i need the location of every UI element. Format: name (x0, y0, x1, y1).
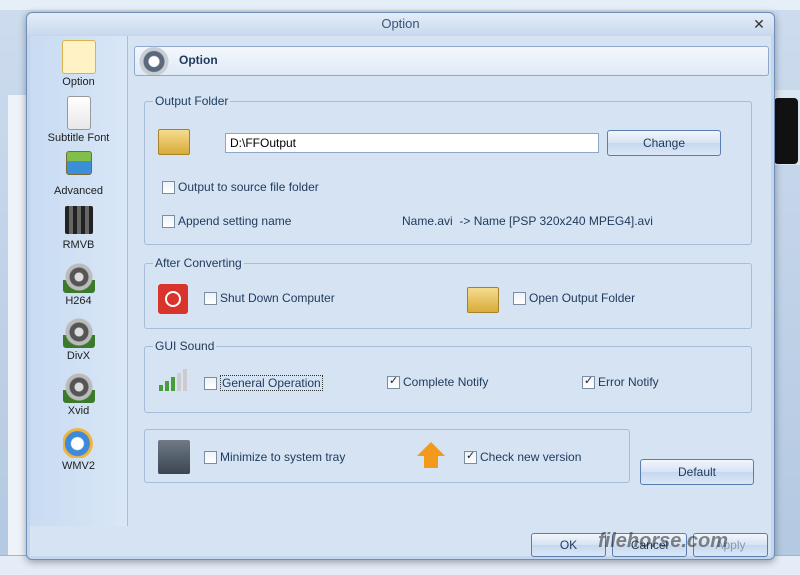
update-arrow-icon (417, 442, 445, 468)
change-button[interactable]: Change (607, 130, 721, 156)
sidebar-item-xvid[interactable]: Xvid (30, 371, 127, 425)
sidebar-item-label: RMVB (62, 239, 95, 251)
minimize-to-tray-checkbox[interactable]: Minimize to system tray (204, 450, 345, 464)
group-title: Output Folder (153, 94, 231, 108)
sidebar-item-label: H264 (65, 295, 92, 307)
checkbox-label: General Operation (220, 375, 323, 391)
checkbox-box[interactable] (387, 374, 400, 389)
complete-notify-checkbox[interactable]: Complete Notify (387, 374, 489, 389)
checkbox-label: Append setting name (178, 214, 292, 228)
sidebar-item-h264[interactable]: H264 (30, 261, 127, 315)
dialog-titlebar[interactable]: Option (27, 13, 774, 35)
background-title-strip (0, 0, 800, 10)
option-dialog: Option ✕ Option Subtitle Font Advanced R… (26, 12, 775, 560)
watermark-text: filehorse.com (598, 530, 729, 552)
sidebar-item-wmv2[interactable]: WMV2 (30, 426, 127, 480)
sidebar-item-label: WMV2 (62, 460, 95, 472)
general-operation-checkbox[interactable]: General Operation (204, 375, 323, 391)
system-tray-icon (158, 440, 190, 474)
shut-down-computer-checkbox[interactable]: Shut Down Computer (204, 291, 335, 305)
folder-icon (467, 287, 499, 313)
open-output-folder-checkbox[interactable]: Open Output Folder (513, 291, 635, 305)
group-title: GUI Sound (153, 339, 217, 353)
checkbox-box[interactable] (204, 450, 217, 464)
sidebar-item-label: Option (62, 76, 95, 88)
checkbox-box[interactable] (162, 214, 175, 228)
checkbox-box[interactable] (464, 449, 477, 464)
sidebar-item-label: DivX (66, 350, 91, 362)
picture-icon (65, 151, 92, 175)
output-folder-group: Output Folder Change Output to source fi… (144, 94, 752, 245)
camera-icon (139, 45, 169, 75)
append-setting-name-checkbox[interactable]: Append setting name (162, 214, 291, 228)
close-icon[interactable]: ✕ (750, 15, 768, 33)
after-converting-group: After Converting Shut Down Computer Open… (144, 256, 752, 329)
section-title: Option (179, 53, 218, 67)
error-notify-checkbox[interactable]: Error Notify (582, 374, 659, 389)
checkbox-label: Minimize to system tray (220, 450, 346, 464)
checkbox-box[interactable] (582, 374, 595, 389)
default-button[interactable]: Default (640, 459, 754, 485)
power-icon (158, 284, 188, 314)
checkbox-box[interactable] (204, 291, 217, 305)
sidebar-item-label: Advanced (54, 185, 103, 197)
checkbox-label: Error Notify (598, 375, 659, 389)
document-icon (66, 96, 91, 130)
camera-icon (61, 40, 96, 74)
output-to-source-checkbox[interactable]: Output to source file folder (162, 180, 319, 194)
clapper-icon (64, 206, 93, 234)
film-reel-icon (62, 371, 95, 403)
settings-sidebar: Option Subtitle Font Advanced RMVB H264 … (30, 36, 128, 526)
check-new-version-checkbox[interactable]: Check new version (464, 449, 582, 464)
checkbox-label: Open Output Folder (529, 291, 636, 305)
sidebar-item-advanced[interactable]: Advanced (30, 151, 127, 205)
film-reel-icon (62, 261, 95, 293)
output-path-field[interactable] (225, 133, 599, 153)
checkbox-box[interactable] (204, 376, 217, 390)
checkbox-label: Shut Down Computer (220, 291, 335, 305)
sidebar-item-option[interactable]: Option (30, 40, 127, 94)
volume-bars-icon (159, 369, 187, 391)
film-reel-icon (62, 316, 95, 348)
checkbox-box[interactable] (513, 291, 526, 305)
group-title: After Converting (153, 256, 244, 270)
checkbox-box[interactable] (162, 180, 175, 194)
device-preview-image (774, 98, 798, 164)
sidebar-item-subtitle-font[interactable]: Subtitle Font (30, 96, 127, 150)
checkbox-label: Output to source file folder (178, 180, 319, 194)
media-player-icon (62, 426, 95, 458)
dialog-body: Option Subtitle Font Advanced RMVB H264 … (30, 36, 771, 557)
sidebar-item-label: Xvid (67, 405, 90, 417)
sidebar-item-divx[interactable]: DivX (30, 316, 127, 370)
camera-folder-icon (158, 129, 190, 155)
ok-button[interactable]: OK (531, 533, 606, 557)
misc-options-group: Minimize to system tray Check new versio… (144, 429, 630, 483)
sidebar-item-rmvb[interactable]: RMVB (30, 206, 127, 260)
name-example-text: Name.avi -> Name [PSP 320x240 MPEG4].avi (402, 214, 653, 228)
sidebar-item-label: Subtitle Font (47, 132, 110, 144)
checkbox-label: Complete Notify (403, 375, 489, 389)
gui-sound-group: GUI Sound General Operation Complete Not… (144, 339, 752, 413)
checkbox-label: Check new version (480, 450, 582, 464)
section-header: Option (134, 45, 769, 76)
dialog-title: Option (381, 16, 420, 31)
